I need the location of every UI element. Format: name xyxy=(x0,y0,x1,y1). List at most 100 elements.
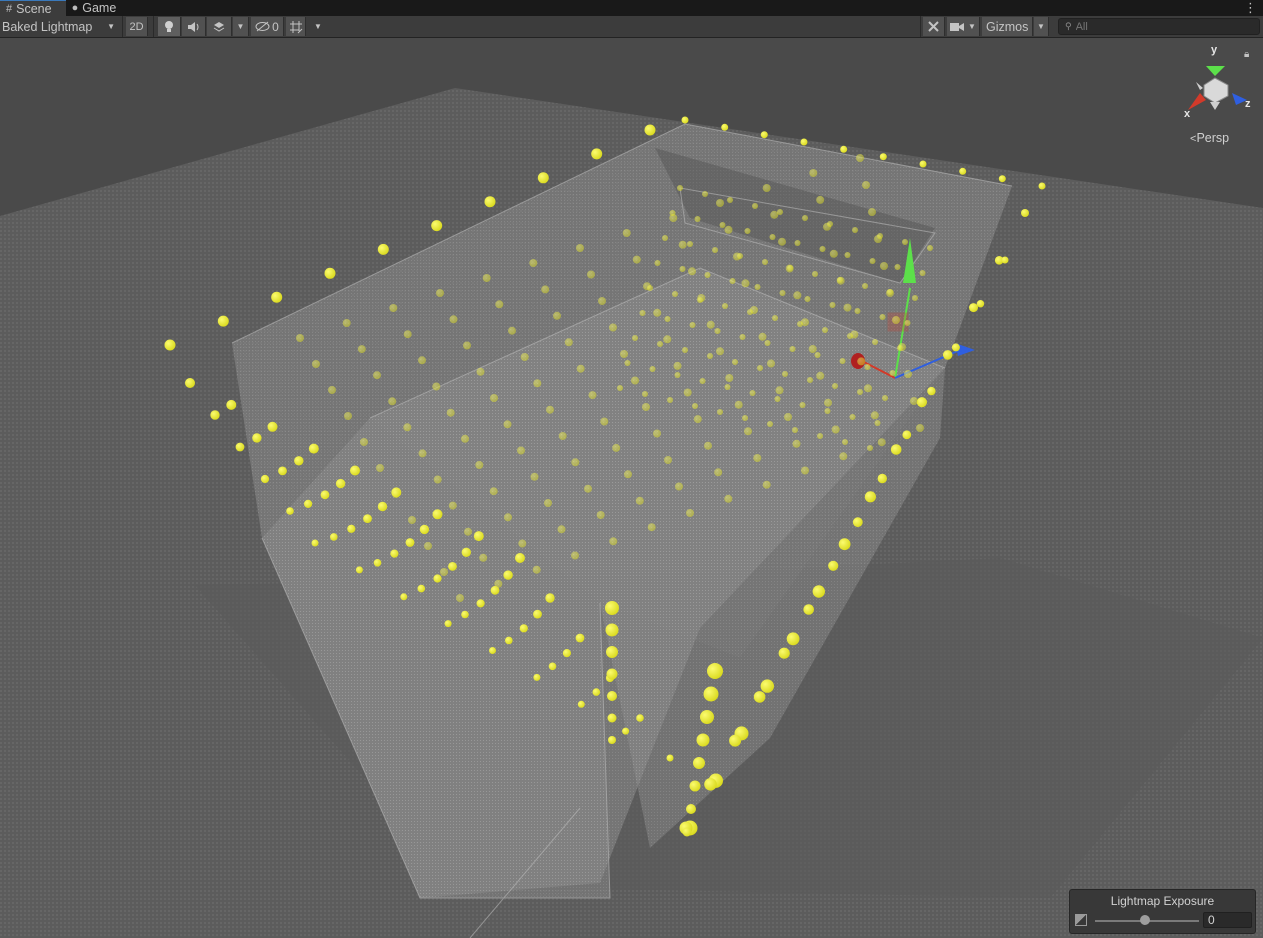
light-probe xyxy=(431,220,443,232)
gizmos-dropdown[interactable]: ▼ xyxy=(1034,17,1049,36)
light-probe xyxy=(632,335,638,341)
light-probe xyxy=(217,315,229,327)
scene-render[interactable] xyxy=(0,38,1263,938)
light-probe xyxy=(344,412,352,420)
light-probe xyxy=(717,409,723,415)
light-probe xyxy=(682,347,688,353)
draw-mode-dropdown[interactable]: Baked Lightmap ▼ xyxy=(2,17,118,36)
hierarchy-search[interactable]: ⚲ xyxy=(1058,18,1260,35)
light-probe xyxy=(879,153,887,161)
light-probe xyxy=(787,265,793,271)
light-probe xyxy=(721,123,729,131)
tools-button[interactable] xyxy=(923,17,945,36)
light-probe xyxy=(548,662,557,671)
tab-scene[interactable]: # Scene xyxy=(0,0,66,16)
light-probe xyxy=(320,490,330,500)
light-probe xyxy=(484,196,496,208)
light-probe xyxy=(800,138,808,146)
grid-dropdown[interactable]: ▼ xyxy=(310,17,326,36)
light-probe xyxy=(864,364,871,370)
light-probe xyxy=(357,345,366,354)
light-probe xyxy=(252,433,262,443)
light-probe xyxy=(600,417,609,426)
projection-toggle[interactable]: <Persp xyxy=(1190,131,1229,145)
tab-game[interactable]: ● Game xyxy=(66,0,131,16)
search-input[interactable] xyxy=(1075,20,1246,33)
tab-bar: # Scene ● Game ⋮ xyxy=(0,0,1263,16)
light-probe xyxy=(489,647,496,654)
exposure-value-field[interactable]: 0 xyxy=(1203,912,1252,928)
light-probe xyxy=(377,243,389,255)
audio-toggle-button[interactable] xyxy=(182,17,206,36)
chevron-down-icon: ▼ xyxy=(236,22,245,31)
search-icon: ⚲ xyxy=(1065,21,1072,31)
light-probe xyxy=(461,610,469,619)
light-probe xyxy=(803,604,814,615)
light-probe xyxy=(424,542,432,550)
scene-viewport[interactable] xyxy=(0,38,1263,938)
light-probe xyxy=(607,713,617,723)
light-probe xyxy=(702,191,708,197)
light-probe xyxy=(792,427,798,433)
light-probe xyxy=(816,371,825,380)
light-probe xyxy=(919,270,926,276)
light-probe xyxy=(505,636,513,645)
light-probe xyxy=(606,668,618,680)
toolbar-divider xyxy=(920,16,921,37)
light-probe xyxy=(675,482,683,491)
light-probe xyxy=(688,267,696,276)
light-probe xyxy=(330,533,338,541)
light-probe xyxy=(762,480,771,489)
camera-settings-button[interactable]: ▼ xyxy=(947,17,980,36)
tab-menu-icon[interactable]: ⋮ xyxy=(1244,0,1257,16)
light-probe xyxy=(868,208,876,216)
light-probe xyxy=(388,397,397,406)
light-probe xyxy=(533,673,541,681)
light-probe xyxy=(689,322,696,328)
light-probe xyxy=(706,320,715,329)
light-probe xyxy=(185,378,195,388)
toolbar-divider xyxy=(153,16,154,37)
light-probe xyxy=(328,386,336,394)
exposure-slider-thumb[interactable] xyxy=(1140,915,1150,925)
light-probe xyxy=(476,367,485,376)
light-probe xyxy=(546,405,554,414)
light-probe xyxy=(877,438,886,447)
light-probe xyxy=(436,289,444,297)
light-probe xyxy=(762,259,768,265)
light-probe xyxy=(681,116,689,124)
light-probe xyxy=(609,537,618,546)
light-probe xyxy=(814,352,821,358)
light-probe xyxy=(464,527,472,536)
effects-dropdown[interactable]: ▼ xyxy=(233,17,249,36)
light-probe xyxy=(686,804,696,814)
scene-visibility-toggle[interactable]: 0 xyxy=(251,17,284,36)
light-probe xyxy=(666,754,674,762)
light-probe xyxy=(687,241,693,247)
light-probe xyxy=(605,601,619,615)
light-probe xyxy=(636,714,644,722)
light-probe xyxy=(808,345,817,353)
gizmos-button[interactable]: Gizmos xyxy=(982,17,1033,36)
grid-snap-button[interactable] xyxy=(286,17,306,36)
light-probe xyxy=(862,283,868,289)
light-probe xyxy=(739,334,746,340)
effects-toggle-button[interactable] xyxy=(207,17,232,36)
light-probe xyxy=(704,441,712,450)
light-probe xyxy=(446,408,455,417)
light-probe xyxy=(476,599,485,608)
toggle-2d-button[interactable]: 2D xyxy=(126,17,148,36)
light-probe xyxy=(596,511,605,519)
tab-game-label: Game xyxy=(82,1,117,15)
light-probe xyxy=(606,646,618,658)
draw-mode-label: Baked Lightmap xyxy=(2,19,93,34)
light-probe xyxy=(707,663,723,679)
gamepad-icon: ● xyxy=(71,2,79,14)
lock-icon[interactable]: 🔒︎ xyxy=(1244,49,1249,60)
light-probe xyxy=(672,291,678,297)
light-probe xyxy=(664,316,671,322)
light-probe xyxy=(837,277,843,283)
lighting-toggle-button[interactable] xyxy=(158,17,181,36)
light-probe xyxy=(571,551,579,560)
light-probe xyxy=(678,240,687,249)
